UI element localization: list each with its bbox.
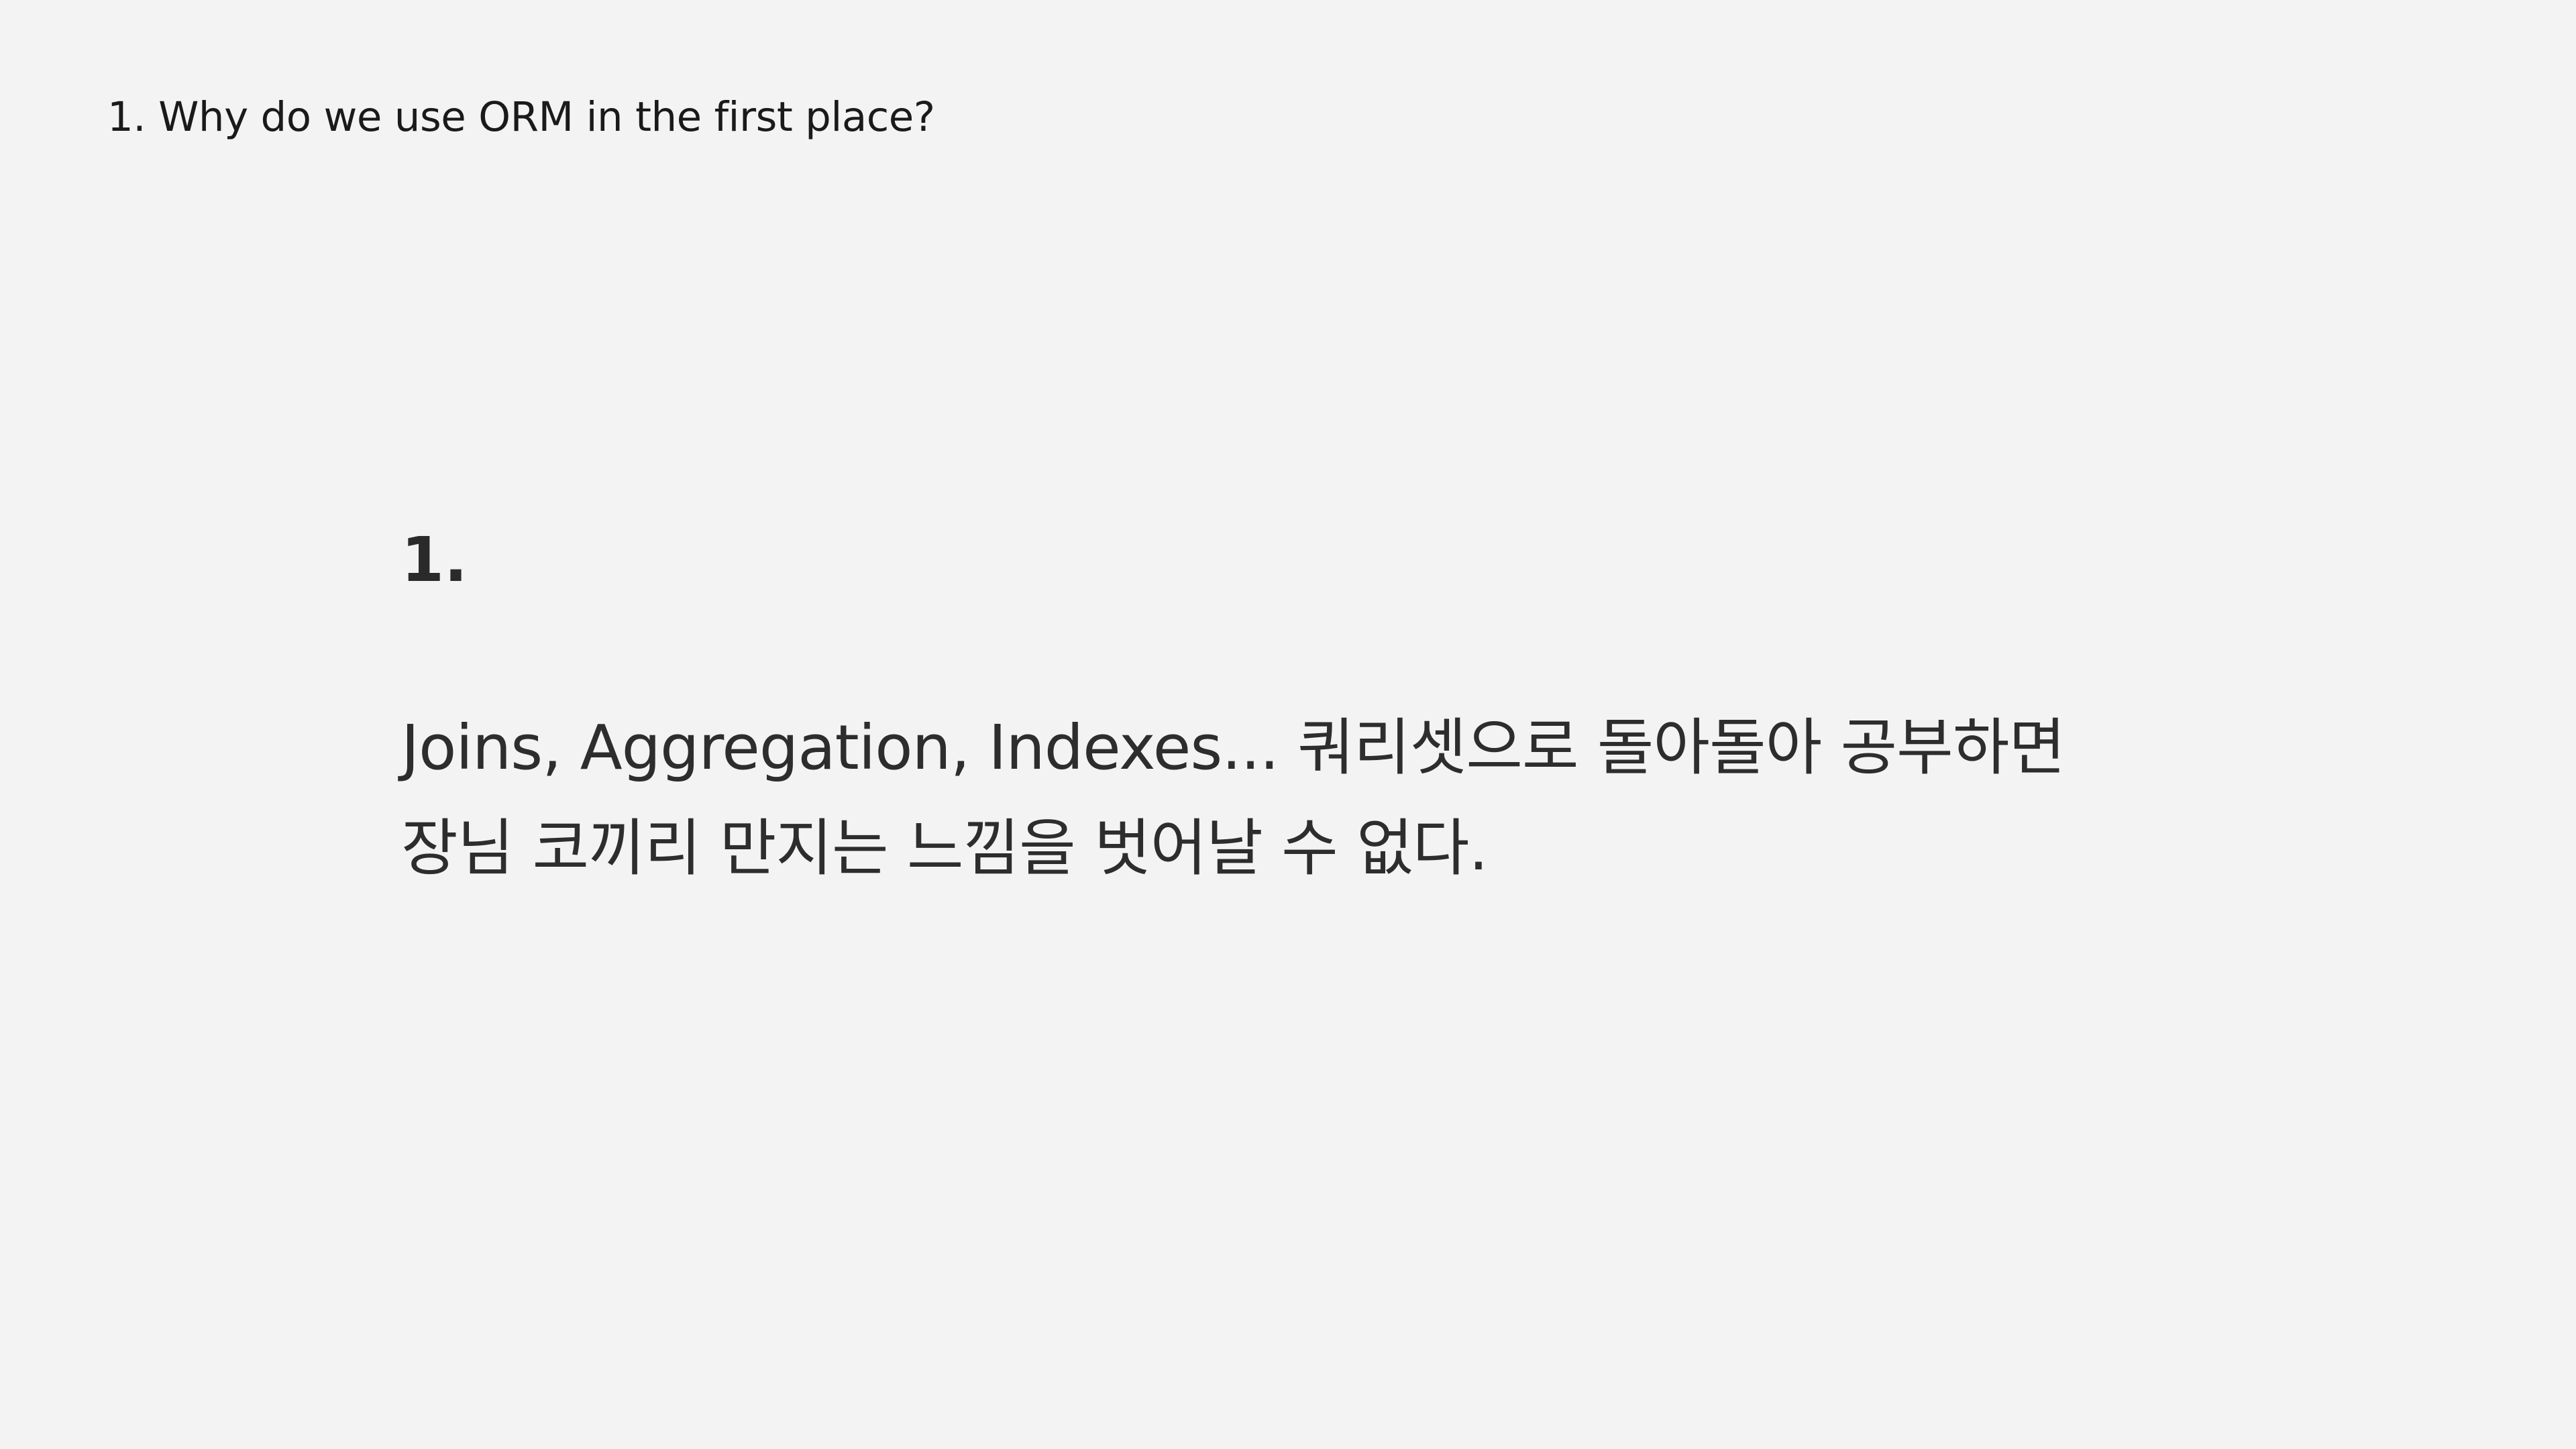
slide: 1. Why do we use ORM in the first place?… — [0, 0, 2576, 1449]
section-number: 1. — [401, 524, 468, 596]
body-line-1: Joins, Aggregation, Indexes... 쿼리셋으로 돌아돌… — [401, 712, 2065, 784]
body-line-2: 장님 코끼리 만지는 느낌을 벗어날 수 없다. — [401, 812, 1489, 885]
body-text: Joins, Aggregation, Indexes... 쿼리셋으로 돌아돌… — [401, 698, 2414, 899]
slide-content: 1. Joins, Aggregation, Indexes... 쿼리셋으로 … — [401, 523, 2414, 899]
slide-header-title: 1. Why do we use ORM in the first place? — [107, 93, 935, 141]
